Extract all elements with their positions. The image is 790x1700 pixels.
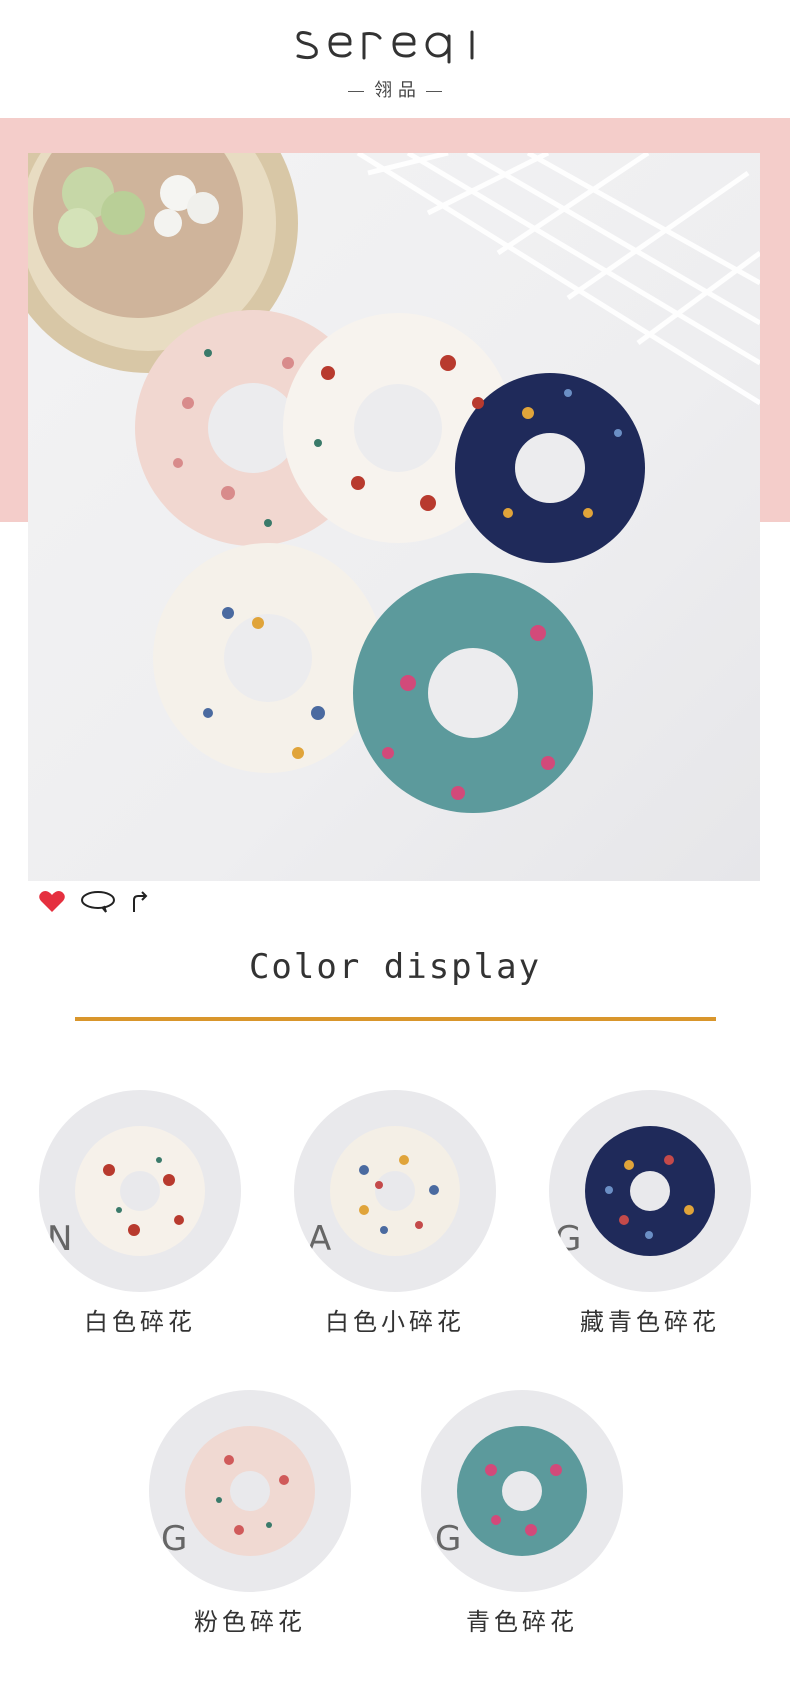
variant-white-floral[interactable]: N 白色碎花 [30,1090,250,1338]
variant-pink-floral[interactable]: G 粉色碎花 [140,1390,360,1638]
svg-text:G: G [161,1519,187,1559]
svg-text:G: G [555,1219,581,1259]
variant-label: 青色碎花 [466,1608,578,1636]
section-divider [75,1017,716,1021]
variant-thumbnail[interactable]: G [149,1390,351,1592]
svg-text:N: N [47,1219,72,1259]
social-actions [38,888,150,916]
divider [348,90,365,92]
svg-text:G: G [435,1519,461,1559]
variant-white-small-floral[interactable]: A 白色小碎花 [285,1090,505,1338]
heart-icon[interactable] [38,890,66,914]
variant-thumbnail[interactable]: G [549,1090,751,1292]
brand-sub-text: 翎 品 [374,80,416,101]
brand-header: 翎 品 [0,22,790,102]
variant-label: 藏青色碎花 [580,1308,720,1336]
section-title: Color display [248,947,542,987]
variant-navy-floral[interactable]: G 藏青色碎花 [540,1090,760,1338]
variant-label: 白色碎花 [84,1308,196,1336]
share-icon[interactable] [130,890,150,914]
variant-label: 粉色碎花 [194,1608,306,1636]
variant-label: 白色小碎花 [325,1308,465,1336]
comment-icon[interactable] [80,890,116,914]
hero-product-photo [28,153,760,881]
divider [425,90,442,92]
variant-teal-floral[interactable]: G 青色碎花 [412,1390,632,1638]
brand-subtitle: 翎 品 [0,80,790,102]
brand-logo [0,22,790,78]
variant-thumbnail[interactable]: A [294,1090,496,1292]
svg-text:A: A [308,1219,331,1259]
hero-illustration [28,153,760,813]
brand-logo-wordmark [296,30,474,64]
variant-thumbnail[interactable]: N [39,1090,241,1292]
variant-thumbnail[interactable]: G [421,1390,623,1592]
